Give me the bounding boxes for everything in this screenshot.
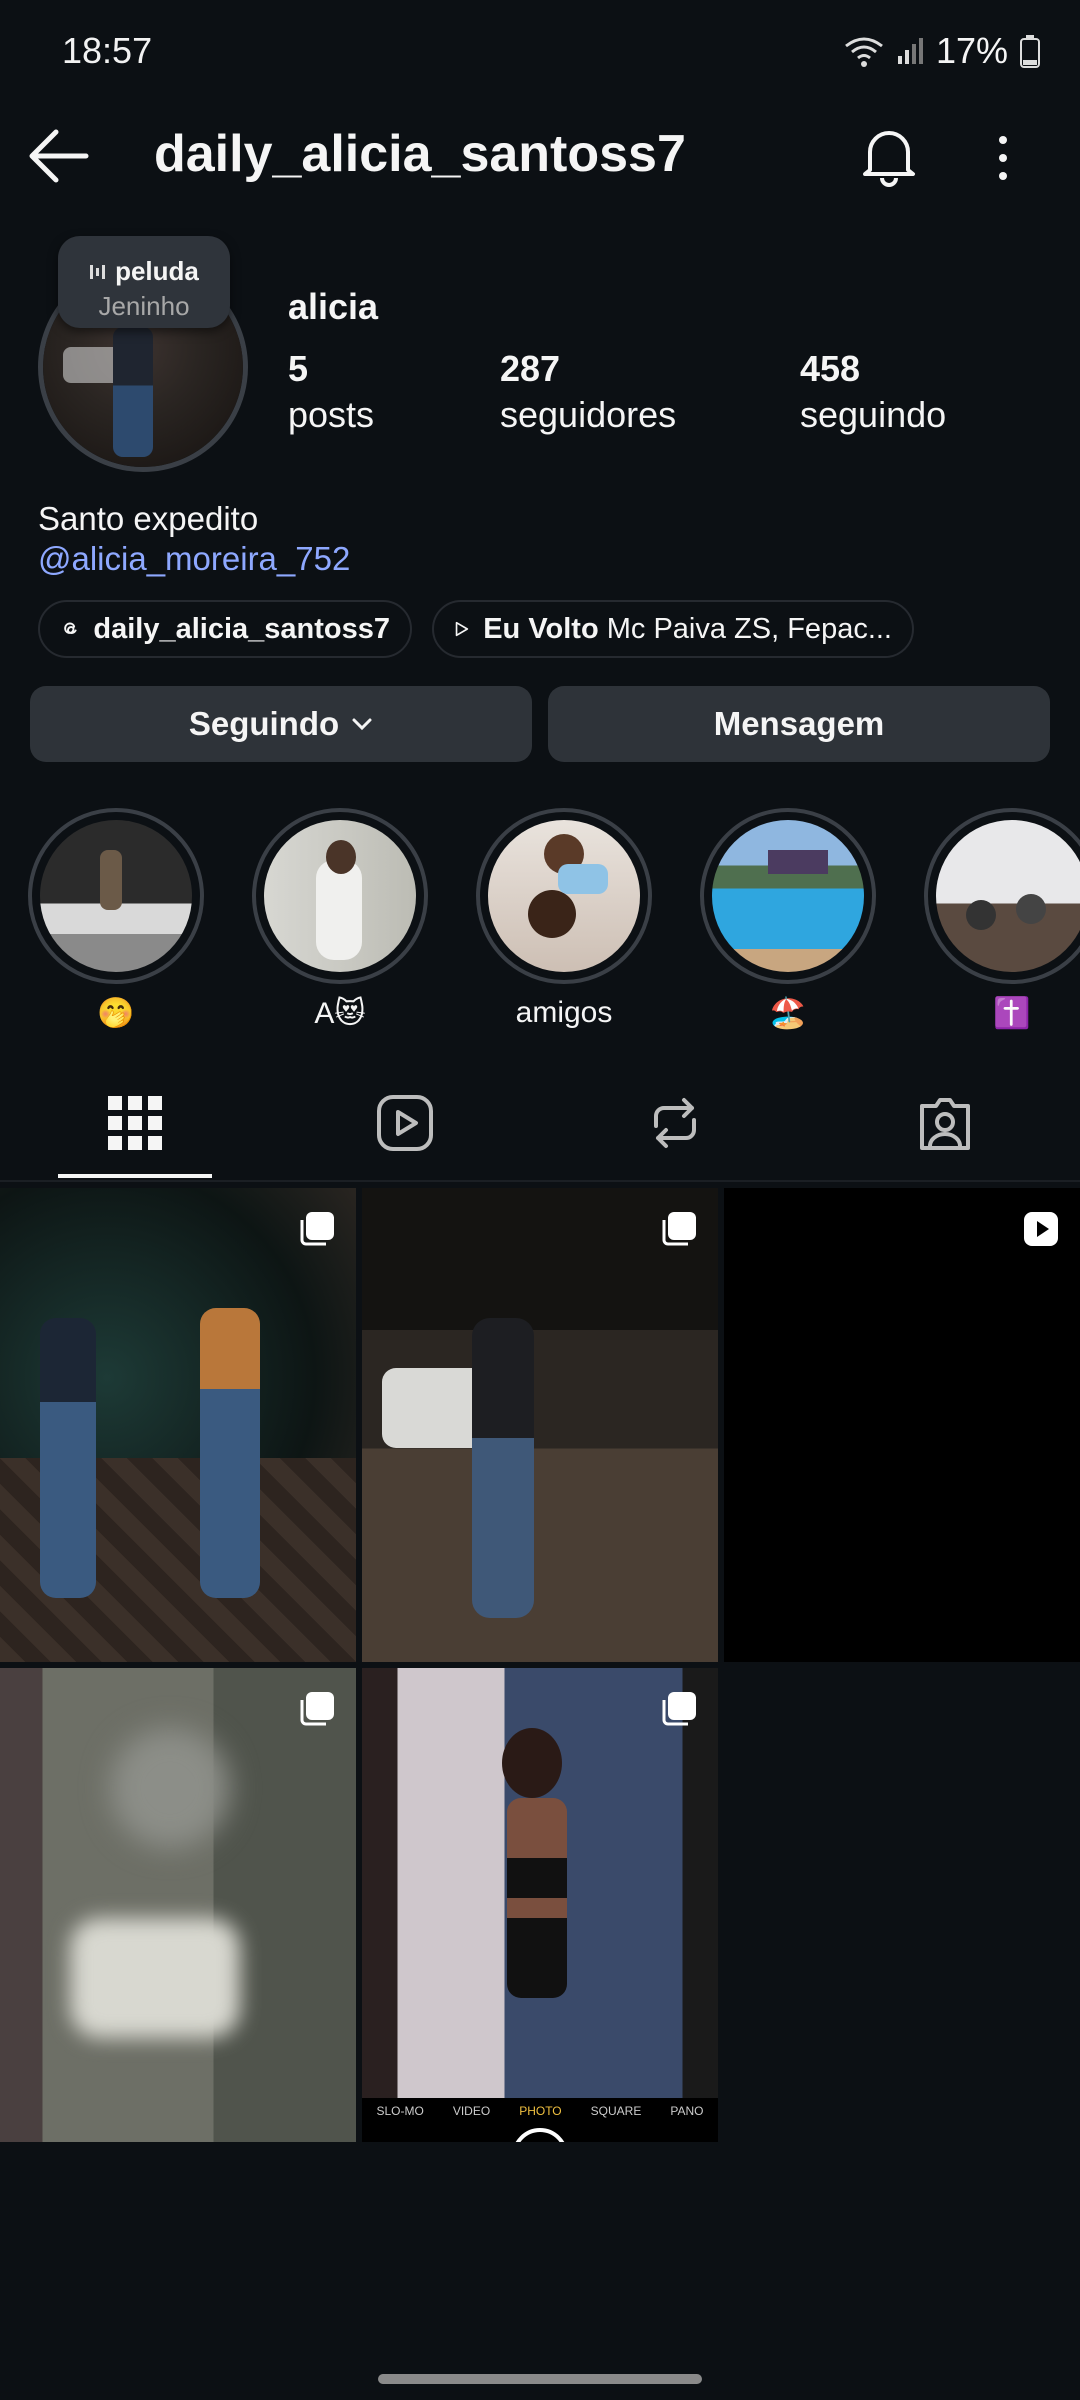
camera-mode-bar: SLO-MO VIDEO PHOTO SQUARE PANO [362, 2104, 718, 2118]
stat-label: posts [288, 394, 375, 435]
post-thumbnail[interactable] [0, 1668, 356, 2142]
highlight-item[interactable]: amigos [474, 808, 654, 1030]
mention-text: @alicia_moreira_752 [38, 540, 351, 577]
threads-chip[interactable]: daily_alicia_santoss7 [38, 600, 412, 658]
note-song: peluda [115, 256, 199, 286]
bell-icon[interactable] [858, 124, 920, 188]
status-icons: 17% [844, 30, 1040, 72]
highlight-item[interactable]: ✝️ [922, 808, 1080, 1031]
tab-divider [0, 1180, 1080, 1182]
threads-handle: daily_alicia_santoss7 [93, 612, 390, 645]
tagged-tab-icon[interactable] [914, 1092, 976, 1154]
highlight-cover [264, 820, 416, 972]
active-tab-indicator [58, 1174, 212, 1178]
music-title: Eu Volto [483, 612, 599, 645]
carousel-icon [300, 1692, 334, 1726]
camera-mode: PANO [670, 2104, 704, 2118]
post-thumbnail[interactable] [362, 1188, 718, 1662]
highlight-cover [40, 820, 192, 972]
highlight-label: 🤭 [97, 997, 135, 1030]
music-chip[interactable]: Eu Volto Mc Paiva ZS, Fepac... [432, 600, 914, 658]
stat-label: seguidores [500, 394, 677, 435]
post-thumbnail[interactable] [724, 1188, 1080, 1662]
note-artist: Jeninho [98, 291, 190, 321]
profile-name: alicia [288, 286, 379, 327]
bio-mention-link[interactable]: @alicia_moreira_752 [38, 540, 350, 578]
carousel-icon [662, 1212, 696, 1246]
play-outline-icon [455, 621, 469, 637]
profile-username: daily_alicia_santoss7 [154, 125, 686, 183]
camera-mode: PHOTO [519, 2104, 562, 2118]
highlight-cover [936, 820, 1080, 972]
threads-icon [64, 622, 77, 634]
carousel-icon [662, 1692, 696, 1726]
reel-icon [1024, 1212, 1058, 1246]
highlight-label: amigos [515, 996, 613, 1029]
camera-mode: SQUARE [590, 2104, 642, 2118]
stat-label: seguindo [800, 394, 947, 435]
battery-percent: 17% [935, 30, 1008, 71]
back-arrow-icon[interactable] [26, 128, 90, 184]
post-thumbnail[interactable]: SLO-MO VIDEO PHOTO SQUARE PANO [362, 1668, 718, 2142]
repost-tab-icon[interactable] [644, 1092, 706, 1154]
highlight-item[interactable]: A😻 [250, 808, 430, 1031]
camera-mode: VIDEO [452, 2104, 491, 2118]
stat-posts[interactable]: 5 posts [288, 346, 374, 438]
status-time: 18:57 [62, 30, 153, 71]
reels-tab-icon[interactable] [374, 1092, 436, 1154]
more-options-icon[interactable] [986, 126, 1020, 190]
grid-tab-icon[interactable] [104, 1092, 166, 1154]
following-label: Seguindo [188, 705, 340, 742]
carousel-icon [300, 1212, 334, 1246]
wifi-icon [845, 37, 883, 67]
stat-value: 458 [800, 348, 861, 389]
stat-following[interactable]: 458 seguindo [800, 346, 946, 438]
music-artist: Mc Paiva ZS, Fepac... [606, 612, 892, 645]
chevron-down-icon [352, 718, 372, 731]
highlight-label: ✝️ [993, 997, 1031, 1030]
post-thumbnail[interactable] [0, 1188, 356, 1662]
profile-bio: Santo expedito [38, 500, 259, 537]
highlight-label: A😻 [314, 997, 366, 1030]
message-button[interactable]: Mensagem [548, 686, 1050, 762]
highlight-cover [712, 820, 864, 972]
message-label: Mensagem [713, 705, 885, 742]
stat-followers[interactable]: 287 seguidores [500, 346, 676, 438]
following-button[interactable]: Seguindo [30, 686, 532, 762]
profile-note[interactable]: peluda Jeninho [58, 236, 230, 328]
highlight-label: 🏖️ [769, 997, 807, 1030]
signal-icon [897, 38, 923, 64]
highlight-item[interactable]: 🏖️ [698, 808, 878, 1031]
stat-value: 287 [500, 348, 561, 389]
highlight-item[interactable]: 🤭 [26, 808, 206, 1031]
camera-mode: SLO-MO [376, 2104, 424, 2118]
home-indicator[interactable] [378, 2374, 702, 2384]
stat-value: 5 [288, 348, 309, 389]
battery-icon [1020, 35, 1040, 68]
music-bars-icon [90, 264, 106, 279]
highlight-cover [488, 820, 640, 972]
